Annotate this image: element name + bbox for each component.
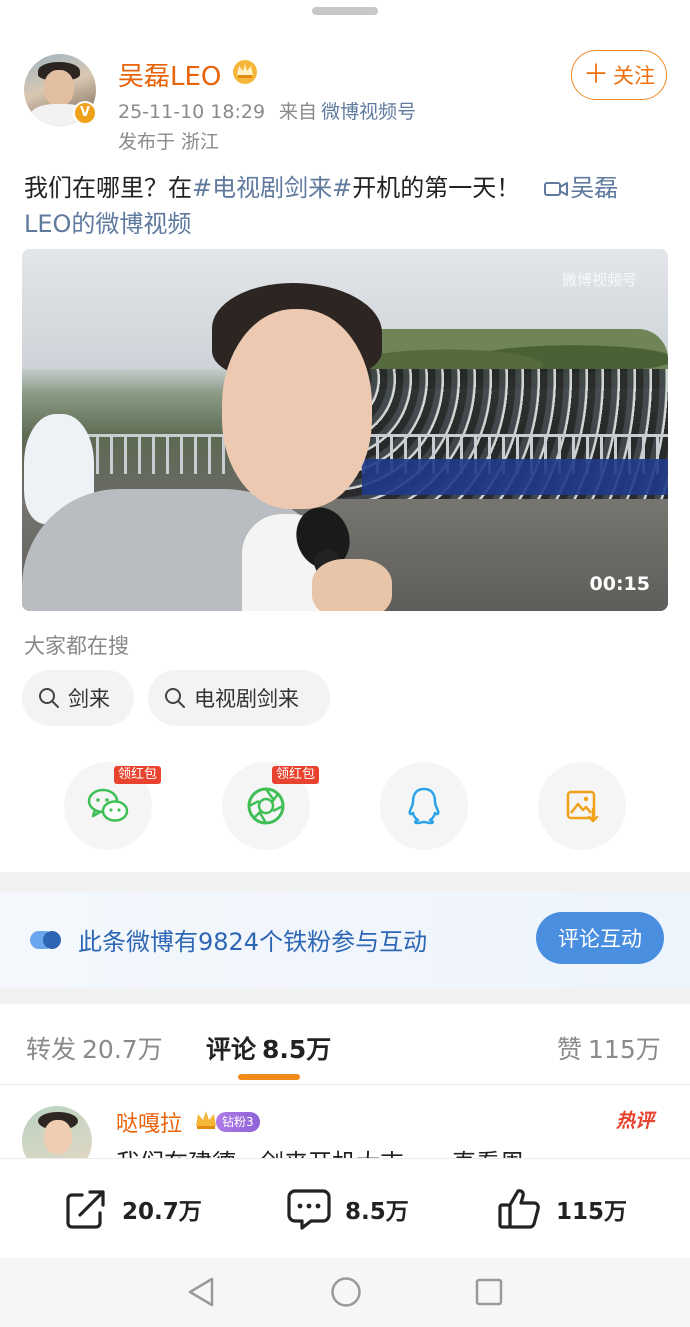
tab-label: 评论 <box>206 1035 257 1064</box>
post-text-suffix: 开机的第一天！ <box>352 174 521 202</box>
video-player[interactable]: 微博视频号 00:15 <box>22 249 668 611</box>
post-location: 发布于 浙江 <box>118 131 220 153</box>
tab-count: 20.7万 <box>82 1035 163 1064</box>
post-text: 我们在哪里？在#电视剧剑来#开机的第一天！ 吴磊LEO的微博视频 <box>24 170 664 242</box>
comment-interact-button[interactable]: 评论互动 <box>536 912 664 964</box>
drag-handle[interactable] <box>312 7 378 15</box>
repost-count: 20.7万 <box>122 1199 202 1225</box>
post-source-link[interactable]: 微博视频号 <box>321 101 416 123</box>
qq-icon <box>408 787 440 825</box>
post-text-prefix: 我们在哪里？在 <box>24 174 192 202</box>
fan-interaction-text: 此条微博有9824个铁粉参与互动 <box>78 928 428 956</box>
tab-like[interactable]: 赞 115万 <box>557 1030 661 1066</box>
active-tab-indicator <box>238 1074 300 1080</box>
via-label: 来自 <box>279 101 318 123</box>
comment-count: 8.5万 <box>345 1199 409 1225</box>
author-name[interactable]: 吴磊LEO <box>118 56 221 93</box>
wechat-icon <box>87 788 129 822</box>
fan-level-badge: 钻粉3 <box>216 1112 260 1132</box>
video-duration: 00:15 <box>589 573 650 595</box>
home-circle-icon[interactable] <box>330 1276 362 1308</box>
search-icon <box>39 688 59 708</box>
thumbs-up-icon <box>498 1189 540 1229</box>
repost-button[interactable]: 20.7万 <box>62 1185 202 1233</box>
red-packet-badge: 领红包 <box>272 766 320 784</box>
tab-repost[interactable]: 转发 20.7万 <box>26 1030 163 1066</box>
section-divider <box>0 988 690 1004</box>
search-chip[interactable]: 电视剧剑来 <box>148 670 330 726</box>
post-meta: 25-11-10 18:29 来自 微博视频号 <box>118 97 416 124</box>
verified-badge-icon: V <box>73 101 97 125</box>
red-packet-badge: 领红包 <box>114 766 162 784</box>
tab-count: 115万 <box>588 1035 661 1064</box>
search-icon <box>165 688 185 708</box>
search-chip-label: 电视剧剑来 <box>194 687 299 711</box>
hashtag-link[interactable]: #电视剧剑来# <box>192 174 352 202</box>
tab-label: 转发 <box>26 1035 77 1064</box>
plus-icon: ＋ <box>582 60 609 90</box>
search-chip[interactable]: 剑来 <box>22 670 134 726</box>
commenter-name[interactable]: 哒嘎拉 <box>116 1106 182 1138</box>
fan-interaction-banner: 此条微博有9824个铁粉参与互动 评论互动 <box>0 892 690 988</box>
video-watermark: 微博视频号 <box>562 271 638 289</box>
share-qq-button[interactable] <box>380 762 468 850</box>
tab-comment[interactable]: 评论 8.5万 <box>206 1030 331 1066</box>
search-chip-label: 剑来 <box>68 687 110 711</box>
recent-apps-icon[interactable] <box>474 1277 504 1307</box>
follow-label: 关注 <box>613 64 655 88</box>
save-image-icon <box>566 790 599 823</box>
crown-icon <box>196 1111 216 1129</box>
post-timestamp: 25-11-10 18:29 <box>118 101 266 123</box>
hot-comment-badge: 热评 <box>616 1110 655 1132</box>
moments-icon <box>247 787 285 825</box>
crown-icon <box>233 60 257 84</box>
like-count: 115万 <box>556 1199 628 1225</box>
tab-count: 8.5万 <box>262 1035 332 1064</box>
share-arrow-icon <box>66 1190 105 1229</box>
trending-search-title: 大家都在搜 <box>24 634 129 658</box>
video-camera-icon <box>544 182 569 196</box>
like-button[interactable]: 115万 <box>496 1185 627 1233</box>
tab-divider <box>0 1084 690 1085</box>
comment-button[interactable]: 8.5万 <box>285 1185 409 1233</box>
system-nav-bar <box>0 1258 690 1327</box>
back-triangle-icon[interactable] <box>186 1276 216 1308</box>
fan-toggle-icon <box>30 931 61 949</box>
action-bar: 20.7万 8.5万 115万 <box>0 1158 690 1258</box>
save-image-button[interactable] <box>538 762 626 850</box>
follow-button[interactable]: ＋ 关注 <box>571 50 667 100</box>
section-divider <box>0 872 690 892</box>
comment-bubble-icon <box>287 1189 331 1230</box>
tab-label: 赞 <box>557 1035 583 1064</box>
